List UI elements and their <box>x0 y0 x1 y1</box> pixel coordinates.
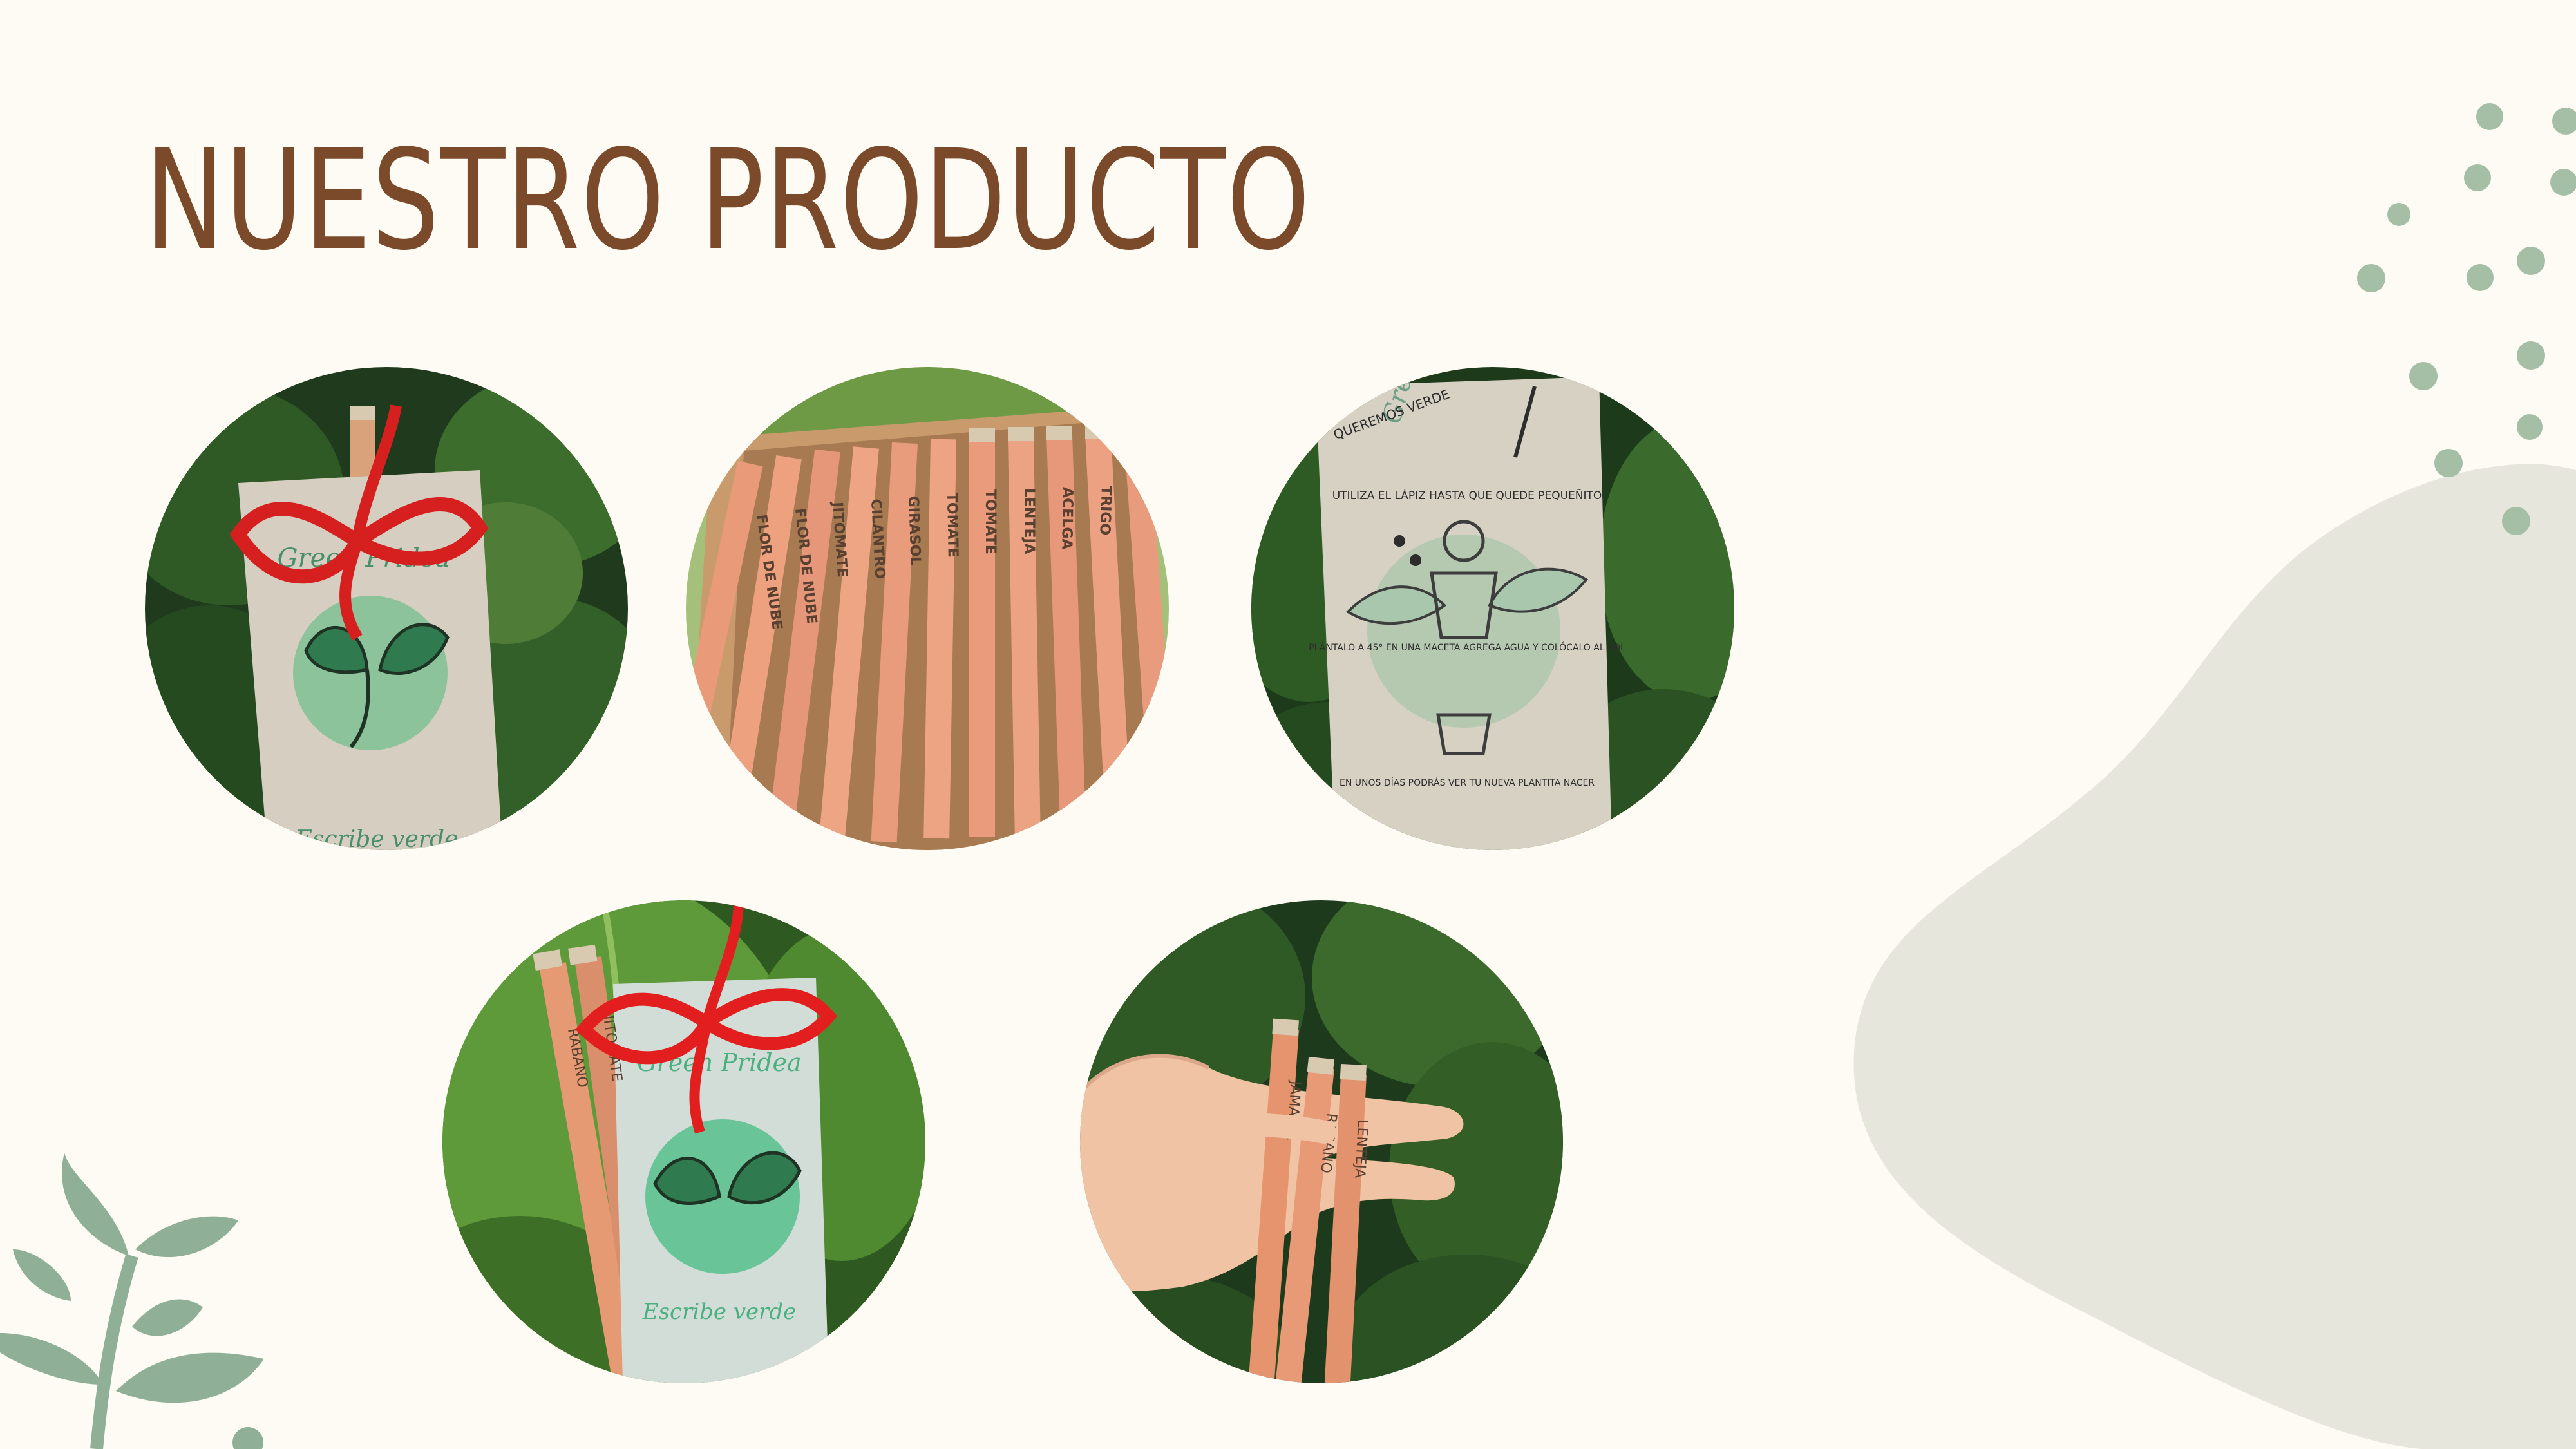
pencil-label: GIRASOL <box>905 495 923 566</box>
product-photo-card-on-leaf: Green Pridea Escribe verde RABANO JITOMA… <box>442 900 925 1383</box>
slide: NUESTRO PRODUCTO Green Pridea Escribe ve… <box>0 0 2576 1449</box>
card-line: EN UNOS DÍAS PODRÁS VER TU NUEVA PLANTIT… <box>1340 777 1595 788</box>
card-line: PLÁNTALO A 45° EN UNA MACETA AGREGA AGUA… <box>1309 641 1625 653</box>
product-photo-instruction-card: Green Pridea QUEREMOS VERDE UTILIZA EL L… <box>1251 367 1734 850</box>
pencil-label: ACELGA <box>1058 487 1075 550</box>
pencil-label: TRIGO <box>1096 486 1114 536</box>
product-photo-hand-pencils: JAMAICA RABANO LENTEJA <box>1080 900 1563 1383</box>
pencil-label: LENTEJA <box>1351 1119 1370 1179</box>
product-photo-card-bow: Green Pridea Escribe verde <box>145 367 628 850</box>
card-footer: Escribe verde <box>642 1299 797 1325</box>
slide-title: NUESTRO PRODUCTO <box>145 120 1311 281</box>
pencil-label: LENTEJA <box>1021 488 1037 554</box>
product-photo-pencil-box: FLOR DE NUBE FLOR DE NUBE JITOMATE CILAN… <box>686 367 1169 850</box>
pencil-label: TOMATE <box>943 493 961 558</box>
card-line: UTILIZA EL LÁPIZ HASTA QUE QUEDE PEQUEÑI… <box>1332 488 1602 502</box>
pencil-label: TOMATE <box>982 489 998 554</box>
